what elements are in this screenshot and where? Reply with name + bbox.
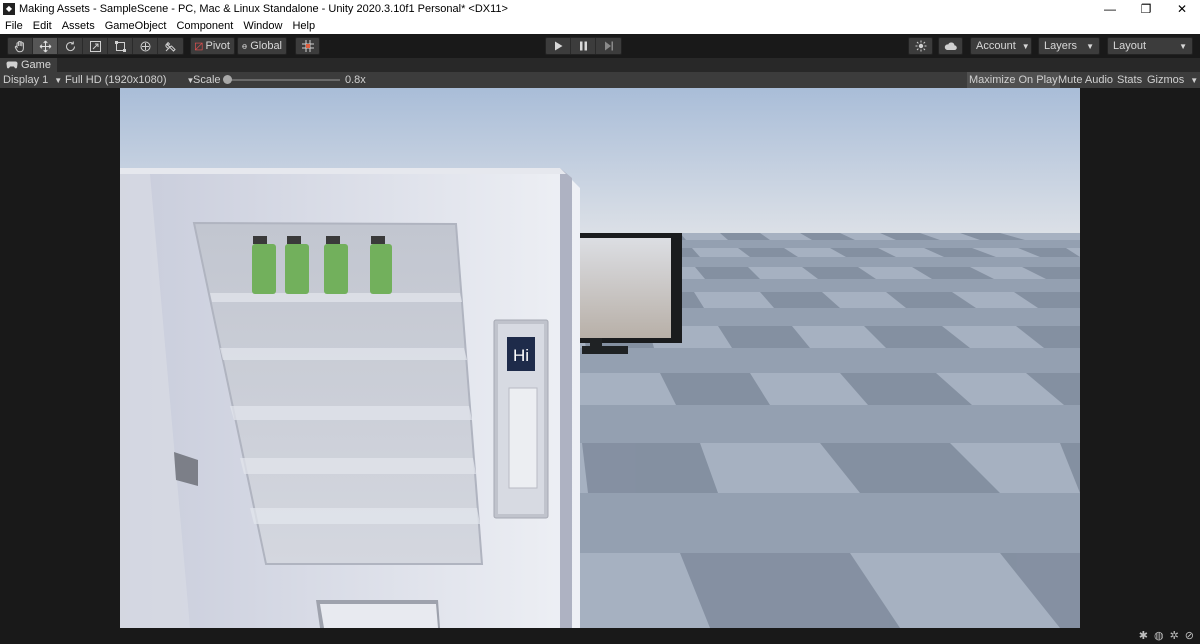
tab-bar: Game [0,58,1200,72]
move-icon [39,40,51,52]
close-button[interactable]: ✕ [1164,0,1200,18]
transform-tools [7,37,184,55]
account-label: Account [976,40,1016,52]
chevron-down-icon: ▼ [1021,41,1030,51]
transform-tool-button[interactable] [133,38,158,54]
pause-icon [579,41,587,51]
stats-label: Stats [1117,74,1143,86]
rotate-icon [65,41,75,51]
account-dropdown[interactable]: Account ▼ [970,37,1032,55]
unity-logo-icon: ◆ [3,3,15,15]
menu-gameobject[interactable]: GameObject [100,20,172,32]
grid-snap-button[interactable] [295,37,320,55]
window-controls: — ❐ ✕ [1092,0,1200,18]
custom-tool-icon [165,41,176,52]
menu-window[interactable]: Window [238,20,287,32]
status-icons: ✱ ◍ ✲ ⊘ [1139,629,1194,642]
gizmos-dropdown[interactable]: Gizmos ▼ [1147,72,1198,88]
main-toolbar: Pivot Global Account ▼ Layers ▼ Layout ▼ [0,34,1200,58]
globe-icon [242,43,248,49]
grid-snap-icon [301,40,314,52]
scale-value: 0.8x [345,74,366,86]
scale-slider-handle[interactable] [223,75,232,84]
layers-dropdown[interactable]: Layers ▼ [1038,37,1100,55]
pause-button[interactable] [571,38,596,54]
scale-slider-track[interactable] [225,79,340,81]
maximize-on-play-label: Maximize On Play [969,74,1058,86]
auto-generate-lighting-icon[interactable]: ✲ [1170,629,1179,642]
global-label: Global [250,40,282,52]
status-bar: ✱ ◍ ✲ ⊘ [0,628,1200,644]
bug-icon[interactable]: ✱ [1139,629,1148,642]
play-button[interactable] [546,38,571,54]
tab-game[interactable]: Game [0,58,57,72]
progress-icon[interactable]: ◍ [1154,629,1164,642]
scale-tool-button[interactable] [83,38,108,54]
resolution-label: Full HD (1920x1080) [65,74,167,86]
game-scene-render: Hi [120,88,1080,628]
menu-bar: File Edit Assets GameObject Component Wi… [0,18,1200,34]
hi-button-label: Hi [513,346,529,365]
pivot-label: Pivot [205,40,230,52]
play-controls [545,37,622,55]
step-icon [604,41,613,51]
menu-file[interactable]: File [0,20,28,32]
tab-game-label: Game [21,59,51,71]
scale-label: Scale [193,74,221,86]
chevron-down-icon: ▼ [1190,75,1199,85]
menu-help[interactable]: Help [287,20,320,32]
display-dropdown[interactable]: Display 1 ▼ [3,72,62,88]
game-view-toolbar: Display 1 ▼ Full HD (1920x1080) ▼ Scale … [0,72,1200,88]
pivot-icon [195,42,203,50]
menu-component[interactable]: Component [171,20,238,32]
chevron-down-icon: ▼ [1086,41,1094,51]
game-viewport[interactable]: Hi [120,88,1080,628]
move-tool-button[interactable] [33,38,58,54]
gizmos-label: Gizmos [1147,74,1185,86]
menu-edit[interactable]: Edit [28,20,57,32]
layout-label: Layout [1113,40,1147,52]
global-toggle[interactable]: Global [237,37,287,55]
maximize-on-play-toggle[interactable]: Maximize On Play [967,72,1060,88]
stats-toggle[interactable]: Stats [1115,72,1144,88]
layout-dropdown[interactable]: Layout ▼ [1107,37,1193,55]
mute-audio-toggle[interactable]: Mute Audio [1056,72,1115,88]
resolution-dropdown[interactable]: Full HD (1920x1080) ▼ [65,72,194,88]
hand-icon [14,40,24,52]
gamepad-icon [6,61,18,69]
layers-label: Layers [1044,40,1078,52]
cloud-button[interactable] [938,37,963,55]
window-title-bar: ◆ Making Assets - SampleScene - PC, Mac … [0,0,1200,18]
checkmark-icon[interactable]: ⊘ [1185,629,1194,642]
scale-icon [89,40,101,52]
rotate-tool-button[interactable] [58,38,83,54]
transform-icon [140,41,150,51]
rect-tool-button[interactable] [108,38,133,54]
play-icon [554,41,562,51]
monitor-object [568,233,682,354]
cloud-icon [944,42,957,50]
minimize-button[interactable]: — [1092,0,1128,18]
custom-tool-button[interactable] [158,38,183,54]
chevron-down-icon: ▼ [1179,41,1187,51]
vending-machine: Hi [120,168,580,628]
hand-tool-button[interactable] [8,38,33,54]
mute-audio-label: Mute Audio [1058,74,1114,86]
display-label: Display 1 [3,74,49,86]
window-title: Making Assets - SampleScene - PC, Mac & … [19,3,508,15]
restore-button[interactable]: ❐ [1128,0,1164,18]
step-button[interactable] [596,38,621,54]
pivot-toggle[interactable]: Pivot [190,37,235,55]
collab-button[interactable] [908,37,933,55]
sun-icon [915,40,926,52]
chevron-down-icon: ▼ [54,75,63,85]
rect-icon [114,40,126,52]
menu-assets[interactable]: Assets [57,20,100,32]
